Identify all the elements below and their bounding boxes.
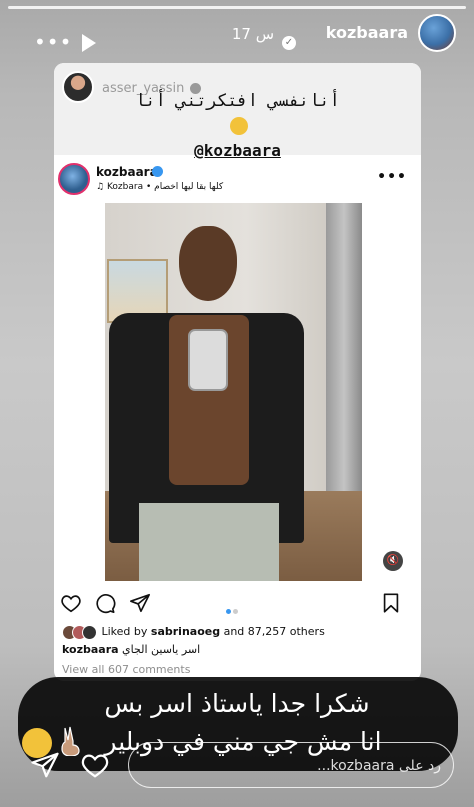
person-head xyxy=(179,226,237,301)
share-icon[interactable] xyxy=(129,592,151,614)
post-more-icon[interactable]: ••• xyxy=(377,169,407,185)
likes-user[interactable]: sabrinaoeg xyxy=(151,625,220,638)
music-note-icon: ♫ xyxy=(96,182,105,192)
verified-badge-icon: ✓ xyxy=(282,36,296,50)
thinking-face-icon xyxy=(230,117,248,135)
likes-prefix: Liked by xyxy=(101,625,151,638)
carousel-dots xyxy=(225,599,239,618)
post-author-avatar[interactable] xyxy=(58,163,90,195)
story-top-bar: kozbaara ✓ 17 س ••• xyxy=(0,12,474,52)
more-options-icon[interactable]: ••• xyxy=(34,32,72,52)
carousel-dot xyxy=(233,609,238,614)
like-heart-icon[interactable] xyxy=(60,592,82,614)
post-verified-icon xyxy=(152,166,163,177)
author-username[interactable]: kozbaara xyxy=(326,23,408,42)
story-text-line1: شكرا جدا ياستاذ اسر بس xyxy=(104,689,370,718)
likes-suffix: and 87,257 others xyxy=(220,625,325,638)
original-caption: أنانفسي افتكرتني أنا xyxy=(135,91,340,111)
caption-text: اسر ياسين الجاي xyxy=(122,643,201,656)
person-jeans xyxy=(139,503,279,581)
bookmark-icon[interactable] xyxy=(380,592,402,614)
phone xyxy=(188,329,228,391)
heart-icon[interactable] xyxy=(80,750,110,780)
play-icon[interactable] xyxy=(82,34,96,52)
post-caption: kozbaara اسر ياسين الجاي xyxy=(62,643,200,656)
post-action-row xyxy=(54,583,421,623)
likes-row[interactable]: Liked by sabrinaoeg and 87,257 others xyxy=(62,625,417,641)
liker-avatar xyxy=(82,625,97,640)
original-post-header: asser_yassin أنانفسي افتكرتني أنا @kozba… xyxy=(54,63,421,160)
reply-input[interactable] xyxy=(143,753,443,779)
post-music-label[interactable]: ♫ Kozbara • كلها بقا ليها اخصام xyxy=(96,182,223,192)
story-progress-bar xyxy=(8,6,466,9)
author-avatar[interactable] xyxy=(418,14,456,52)
caption-username[interactable]: kozbaara xyxy=(62,643,119,656)
post-photo[interactable] xyxy=(105,203,362,581)
story-time: 17 س xyxy=(231,25,274,43)
music-text: Kozbara • كلها بقا ليها اخصام xyxy=(106,182,224,192)
shared-post-card[interactable]: asser_yassin أنانفسي افتكرتني أنا @kozba… xyxy=(54,63,421,681)
post-header: kozbaara ♫ Kozbara • كلها بقا ليها اخصام… xyxy=(54,157,421,199)
mute-icon[interactable]: 🔇 xyxy=(383,551,403,571)
reply-bar[interactable] xyxy=(128,742,454,788)
comment-icon[interactable] xyxy=(94,592,116,614)
liker-avatars xyxy=(62,625,98,640)
post-author-username[interactable]: kozbaara xyxy=(96,165,158,179)
story-viewer: kozbaara ✓ 17 س ••• asser_yassin أنانفسي… xyxy=(0,0,474,807)
send-icon[interactable] xyxy=(30,750,60,780)
view-comments-link[interactable]: View all 607 comments xyxy=(62,663,190,676)
carousel-dot-active xyxy=(226,609,231,614)
